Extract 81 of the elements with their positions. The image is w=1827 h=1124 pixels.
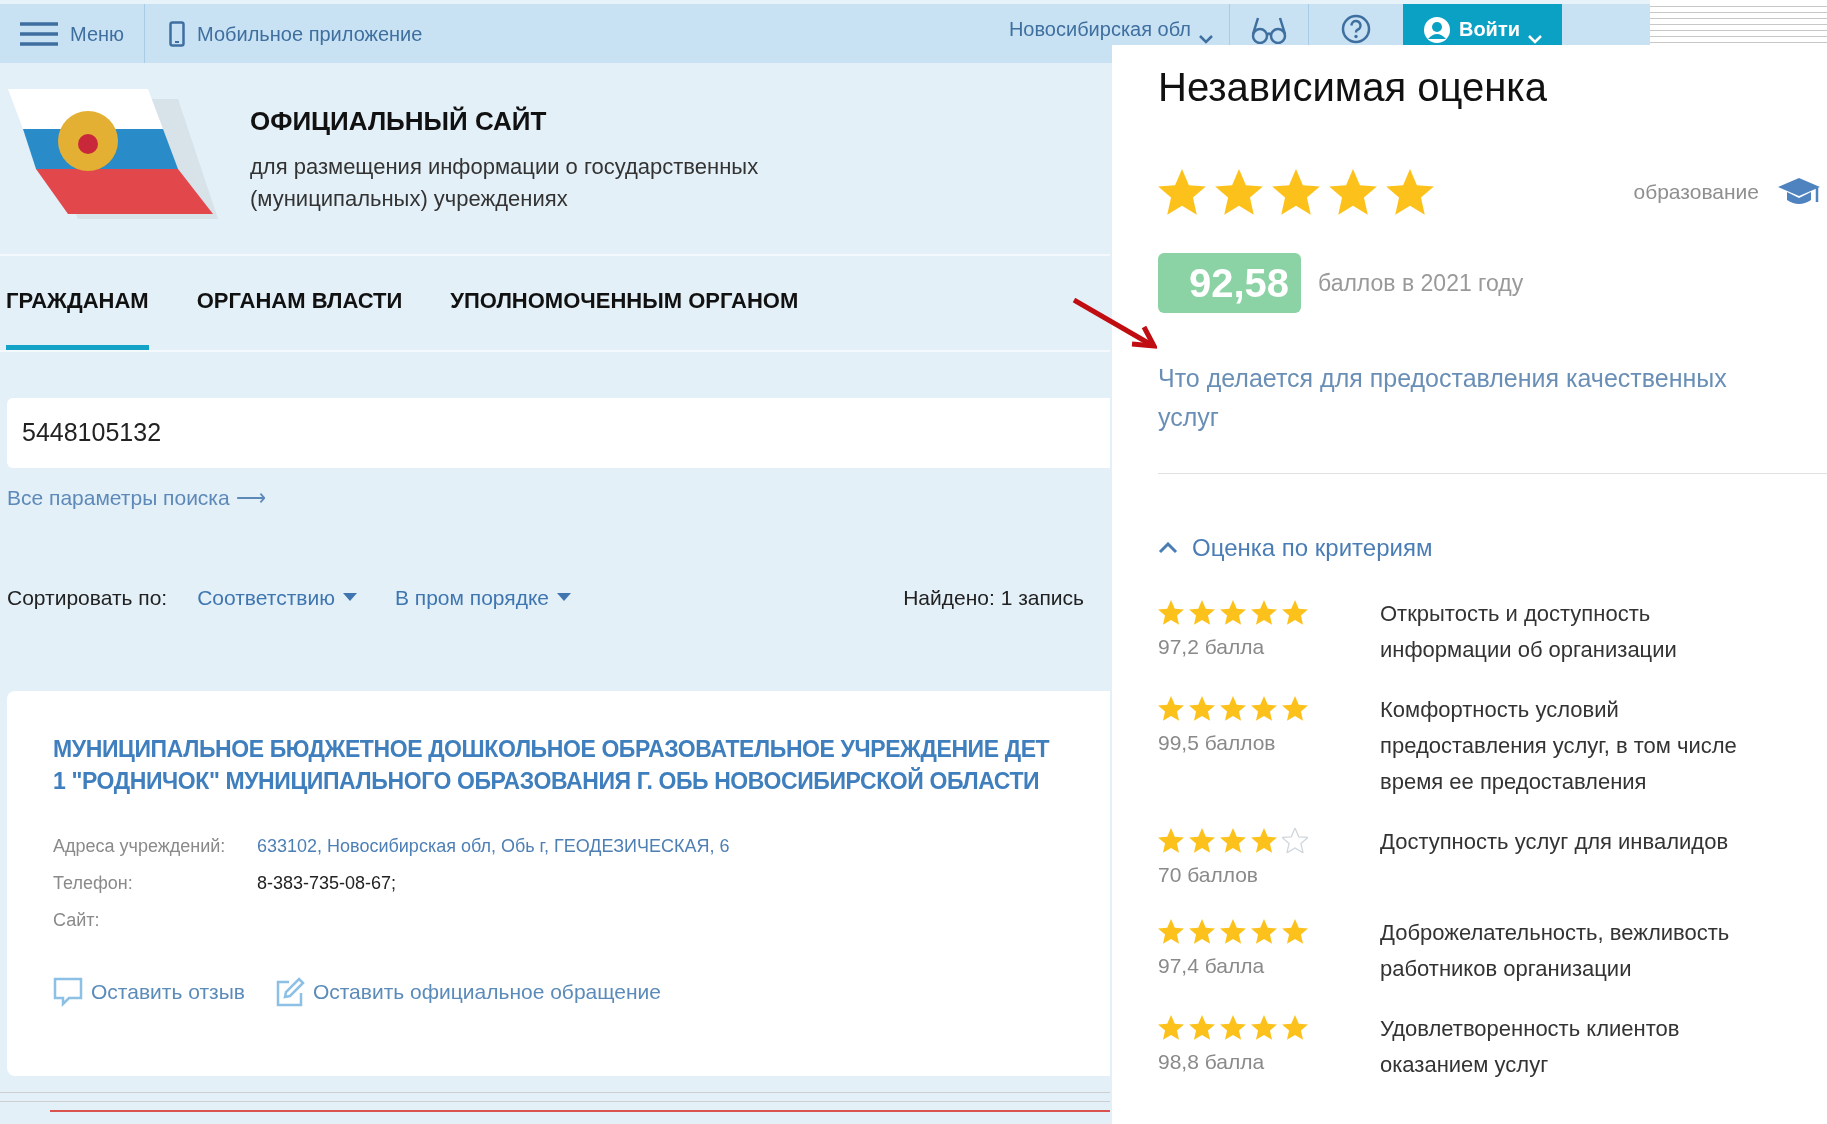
field-label: Адреса учреждений: xyxy=(53,835,227,858)
field-value: 8-383-735-08-67; xyxy=(257,872,398,895)
star-icon xyxy=(1158,828,1184,853)
glasses-icon xyxy=(1249,16,1288,44)
chevron-up-icon xyxy=(1158,542,1178,554)
star-icon xyxy=(1329,169,1377,215)
criterion-score: 98,8 балла xyxy=(1158,1048,1266,1075)
criterion-name: Удовлетворенность клиентов оказанием услуг xyxy=(1380,1014,1681,1079)
caret-icon xyxy=(342,593,357,602)
criteria-toggle[interactable]: Оценка по критериям xyxy=(1158,530,1433,566)
star-icon xyxy=(1282,696,1308,721)
field-label: Телефон: xyxy=(53,872,134,895)
advanced-search-link[interactable]: Все параметры поиска ⟶ xyxy=(7,482,266,514)
organization-title[interactable]: 1 "РОДНИЧОК" МУНИЦИПАЛЬНОГО ОБРАЗОВАНИЯ Г. ОБЬ НОВОСИБИРСКОЙ ОБЛАСТИ xyxy=(53,765,1110,797)
edit-icon xyxy=(274,976,305,1007)
criterion-name: Открытость и доступность информации об организации xyxy=(1380,600,1678,664)
star-icon xyxy=(1215,169,1263,215)
login-button[interactable]: Войти xyxy=(1402,4,1562,45)
caret-icon xyxy=(557,593,571,602)
star-icon xyxy=(1251,600,1277,625)
site-subtitle: для размещения информации о государственных (муниципальных) учреждениях xyxy=(250,153,760,213)
quality-services-link[interactable]: Что делается для предоставления качественных услуг xyxy=(1158,359,1778,437)
sort-dropdown[interactable]: В пром порядке xyxy=(394,581,571,613)
star-icon xyxy=(1251,696,1277,721)
empty-star-icon xyxy=(1282,828,1308,853)
menu-icon xyxy=(20,21,58,46)
mobile-app-link[interactable]: Мобильное приложение xyxy=(145,4,447,63)
criterion-score: 97,4 балла xyxy=(1158,952,1266,979)
sort-label: Сортировать по: xyxy=(7,584,168,611)
score-caption: баллов в 2021 году xyxy=(1318,268,1524,298)
criterion-score: 99,5 баллов xyxy=(1158,730,1277,756)
category-label: образование xyxy=(1633,179,1759,206)
criterion-score: 97,2 балла xyxy=(1158,634,1266,660)
score-badge: 92,58 xyxy=(1158,253,1301,313)
star-icon xyxy=(1189,828,1215,853)
star-icon xyxy=(1251,1014,1277,1040)
star-icon xyxy=(1251,918,1277,944)
field-label: Сайт: xyxy=(53,909,101,932)
star-icon xyxy=(1220,1014,1246,1040)
star-icon xyxy=(1251,828,1277,853)
star-icon xyxy=(1282,918,1308,944)
speech-bubble-icon xyxy=(53,976,83,1007)
nav-tab[interactable]: ГРАЖДАНАМ xyxy=(6,256,149,350)
star-icon xyxy=(1220,696,1246,721)
sort-dropdown[interactable]: Соответствию xyxy=(197,581,357,613)
star-icon xyxy=(1282,600,1308,625)
action-link[interactable]: Оставить отзыв xyxy=(53,976,245,1008)
panel-title: Независимая оценка xyxy=(1158,64,1548,111)
star-icon xyxy=(1158,918,1184,944)
chevron-down-icon xyxy=(1528,35,1542,44)
user-icon xyxy=(1422,16,1451,44)
help-icon xyxy=(1340,14,1371,44)
star-icon xyxy=(1158,169,1206,215)
star-icon xyxy=(1158,696,1184,721)
chevron-down-icon xyxy=(1198,35,1213,44)
site-title: ОФИЦИАЛЬНЫЙ САЙТ xyxy=(250,105,548,138)
search-field[interactable]: 5448105132 xyxy=(7,398,1110,468)
nav-tab[interactable]: ОРГАНАМ ВЛАСТИ xyxy=(196,256,403,350)
star-icon xyxy=(1189,696,1215,721)
criterion-score: 70 баллов xyxy=(1158,862,1259,888)
address-link[interactable]: 633102, Новосибирская обл, Обь г, ГЕОДЕЗИЧЕСКАЯ, 6 xyxy=(257,833,1110,860)
menu-button[interactable]: Меню xyxy=(0,4,146,63)
star-icon xyxy=(1158,600,1184,625)
star-icon xyxy=(1158,1014,1184,1040)
criterion-name: Доброжелательность, вежливость работников организации xyxy=(1380,918,1731,983)
action-link[interactable]: Оставить официальное обращение xyxy=(274,976,661,1008)
nav-tab[interactable]: УПОЛНОМОЧЕННЫМ ОРГАНОМ xyxy=(450,256,799,350)
star-icon xyxy=(1220,918,1246,944)
organization-title[interactable]: МУНИЦИПАЛЬНОЕ БЮДЖЕТНОЕ ДОШКОЛЬНОЕ ОБРАЗОВАТЕЛЬНОЕ УЧРЕЖДЕНИЕ ДЕТ xyxy=(53,733,1110,765)
star-icon xyxy=(1220,600,1246,625)
star-icon xyxy=(1282,1014,1308,1040)
star-icon xyxy=(1272,169,1320,215)
results-count: Найдено: 1 запись xyxy=(903,584,1084,611)
star-icon xyxy=(1189,600,1215,625)
criterion-name: Доступность услуг для инвалидов xyxy=(1380,828,1730,856)
star-icon xyxy=(1386,169,1434,215)
star-icon xyxy=(1220,828,1246,853)
star-icon xyxy=(1189,918,1215,944)
criterion-name: Комфортность условий предоставления услуг, в том числе время ее предоставления xyxy=(1380,696,1738,796)
star-icon xyxy=(1189,1014,1215,1040)
phone-icon xyxy=(169,20,186,47)
